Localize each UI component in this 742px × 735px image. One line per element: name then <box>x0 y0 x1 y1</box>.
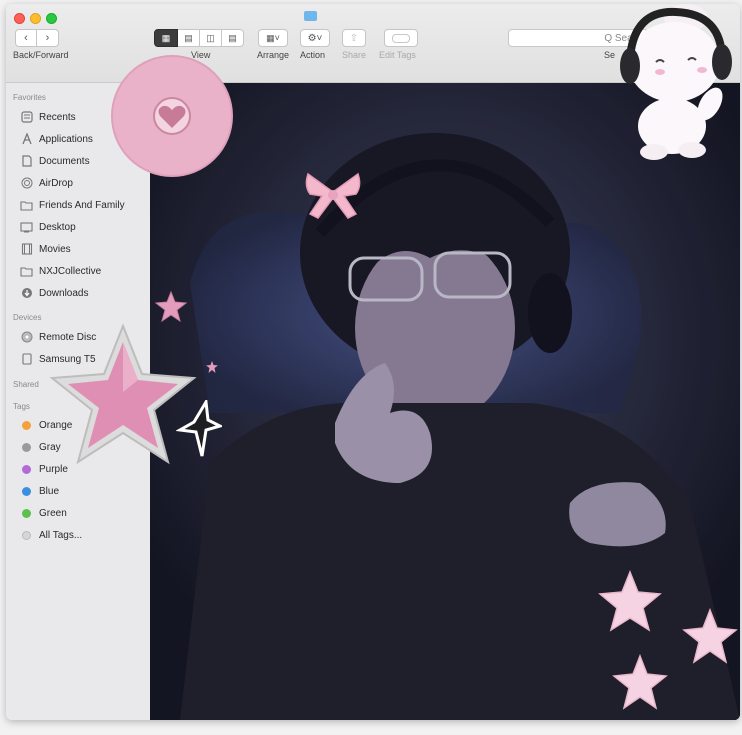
sidebar-item-label: Blue <box>39 485 60 497</box>
icon-grid-icon: ▦ <box>161 32 171 43</box>
action-label: Action <box>300 50 326 60</box>
sidebar-item-label: Recents <box>39 111 76 123</box>
sidebar-item-tag-green[interactable]: Green <box>20 504 67 522</box>
sidebar-item-label: Applications <box>39 133 93 145</box>
sidebar-item-documents[interactable]: Documents <box>20 152 90 170</box>
black-outline-star-sticker <box>176 400 222 457</box>
drive-icon <box>20 353 33 365</box>
arrange-label: Arrange <box>257 50 290 60</box>
all-tags-dot-icon <box>22 530 31 540</box>
edit-tags-button[interactable] <box>384 29 418 47</box>
documents-icon <box>20 155 33 167</box>
pink-star-cluster-sticker <box>598 570 738 710</box>
applications-icon <box>20 133 33 145</box>
share-icon: ⇧ <box>349 32 359 44</box>
sidebar-item-label: Documents <box>39 155 90 167</box>
tiny-star-sticker <box>206 361 218 373</box>
list-icon: ▤ <box>184 32 193 43</box>
gear-icon: ⚙˅ <box>307 32 323 44</box>
sidebar-item-airdrop[interactable]: AirDrop <box>20 174 73 192</box>
arrange-control: ▦˅ <box>258 29 288 47</box>
tags-header: Tags <box>13 402 30 411</box>
pink-ribbon-sticker <box>305 172 361 219</box>
sidebar-item-label: Friends And Family <box>39 199 125 211</box>
list-view-button[interactable]: ▤ <box>178 29 200 47</box>
zoom-window-button[interactable] <box>46 13 57 24</box>
back-button[interactable]: ‹ <box>15 29 37 47</box>
gallery-icon: ▤ <box>228 32 237 43</box>
downloads-icon <box>20 287 33 299</box>
share-control: ⇧ <box>342 29 366 47</box>
movies-icon <box>20 243 33 255</box>
orange-tag-dot-icon <box>22 420 31 430</box>
airdrop-icon <box>20 177 33 189</box>
sidebar-item-tag-blue[interactable]: Blue <box>20 482 59 500</box>
columns-icon: ◫ <box>206 32 215 43</box>
sidebar-item-desktop[interactable]: Desktop <box>20 218 76 236</box>
chevron-left-icon: ‹ <box>24 32 28 44</box>
icon-view-button[interactable]: ▦ <box>154 29 178 47</box>
sidebar-item-recents[interactable]: Recents <box>20 108 76 126</box>
sidebar-item-label: Downloads <box>39 287 89 299</box>
chevron-right-icon: › <box>45 32 50 44</box>
pink-vinyl-sticker <box>111 55 233 177</box>
sidebar-item-label: NXJCollective <box>39 265 102 277</box>
folder-icon <box>20 199 33 211</box>
recents-icon <box>20 111 33 123</box>
green-tag-dot-icon <box>22 508 31 518</box>
share-label: Share <box>342 50 367 60</box>
disc-icon <box>20 331 33 343</box>
sidebar-item-friends-and-family[interactable]: Friends And Family <box>20 196 125 214</box>
minimize-window-button[interactable] <box>30 13 41 24</box>
desktop-icon <box>20 221 33 233</box>
view-control: ▦ ▤ ◫ ▤ <box>154 29 244 47</box>
edit-tags-control <box>384 29 418 47</box>
title-folder-icon <box>304 11 317 21</box>
close-window-button[interactable] <box>14 13 25 24</box>
sidebar-item-downloads[interactable]: Downloads <box>20 284 88 302</box>
gray-tag-dot-icon <box>22 442 31 452</box>
arrange-button[interactable]: ▦˅ <box>258 29 288 47</box>
sidebar-item-label: Desktop <box>39 221 76 233</box>
purple-tag-dot-icon <box>22 464 31 474</box>
sidebar-item-nxjcollective[interactable]: NXJCollective <box>20 262 101 280</box>
shared-header: Shared <box>13 380 39 389</box>
small-pink-star-sticker <box>154 290 188 323</box>
sidebar-item-label: AirDrop <box>39 177 73 189</box>
blue-tag-dot-icon <box>22 486 31 496</box>
gallery-view-button[interactable]: ▤ <box>222 29 244 47</box>
sidebar-item-all-tags[interactable]: All Tags... <box>20 526 82 544</box>
action-control: ⚙˅ <box>300 29 330 47</box>
edit-tags-label: Edit Tags <box>379 50 416 60</box>
sidebar-item-label: Movies <box>39 243 71 255</box>
sidebar-item-label: All Tags... <box>39 529 83 541</box>
share-button[interactable]: ⇧ <box>342 29 366 47</box>
tag-icon <box>392 33 410 43</box>
arrange-grid-icon: ▦˅ <box>266 32 280 43</box>
back-forward-control: ‹ › <box>15 29 59 47</box>
column-view-button[interactable]: ◫ <box>200 29 222 47</box>
folder-icon <box>20 265 33 277</box>
sidebar-item-applications[interactable]: Applications <box>20 130 93 148</box>
sidebar-item-movies[interactable]: Movies <box>20 240 71 258</box>
action-button[interactable]: ⚙˅ <box>300 29 330 47</box>
favorites-header: Favorites <box>13 93 46 102</box>
devices-header: Devices <box>13 313 42 322</box>
forward-button[interactable]: › <box>37 29 59 47</box>
back-forward-label: Back/Forward <box>13 50 69 60</box>
sidebar-item-label: Green <box>39 507 67 519</box>
bunny-headphones-sticker <box>620 4 732 160</box>
